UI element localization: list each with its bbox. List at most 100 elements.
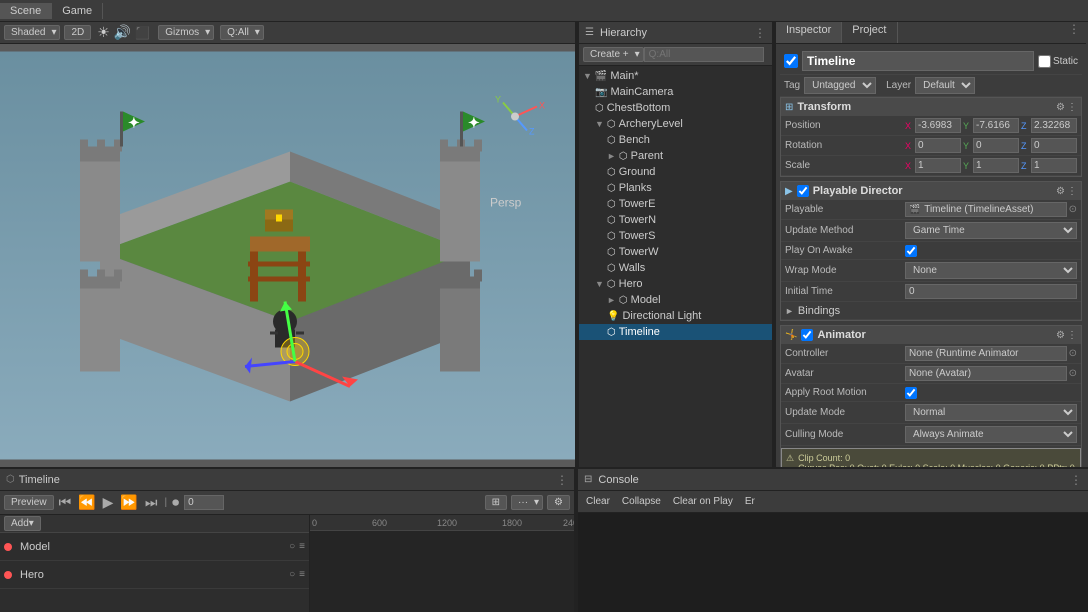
tl-record-btn[interactable]: ⏺ <box>170 494 181 511</box>
layer-select[interactable]: Default <box>915 77 975 94</box>
culling-mode-select[interactable]: Always Animate <box>905 426 1077 443</box>
controller-select-icon[interactable]: ⊙ <box>1069 348 1077 359</box>
timeline-add-row: Add▾ <box>0 515 309 533</box>
timeline-menu-icon[interactable]: ⋮ <box>556 473 568 487</box>
hier-item-walls[interactable]: ⬡ Walls <box>579 260 772 276</box>
playable-ref[interactable]: 🎬 Timeline (TimelineAsset) <box>905 202 1067 217</box>
track-hero-color <box>4 571 12 579</box>
go-active-checkbox[interactable] <box>784 54 798 68</box>
go-name-input[interactable] <box>802 51 1034 71</box>
scene-view[interactable]: ✦ ✦ <box>0 44 575 467</box>
gizmos-dropdown[interactable]: Gizmos <box>158 25 214 40</box>
hier-item-towere[interactable]: ⬡ TowerE <box>579 196 772 212</box>
hier-item-maincamera[interactable]: 📷 MainCamera <box>579 84 772 100</box>
avatar-select-icon[interactable]: ⊙ <box>1069 368 1077 379</box>
tl-end-btn[interactable]: ⏭ <box>143 494 160 511</box>
hierarchy-menu-icon[interactable]: ⋮ <box>754 26 766 40</box>
animator-header[interactable]: 🤸 Animator ⚙ ⋮ <box>781 326 1081 344</box>
track-model-lock[interactable]: ≡ <box>299 541 305 552</box>
static-checkbox[interactable] <box>1038 55 1051 68</box>
tl-grid-btn[interactable]: ⊞ <box>485 495 507 510</box>
tl-start-btn[interactable]: ⏮ <box>57 494 74 511</box>
tl-play-btn[interactable]: ▶ <box>101 494 116 511</box>
transform-settings-btn[interactable]: ⚙ <box>1056 102 1065 113</box>
update-mode-select[interactable]: Normal <box>905 404 1077 421</box>
preview-button[interactable]: Preview <box>4 495 54 510</box>
playable-director-header[interactable]: ▶ Playable Director ⚙ ⋮ <box>781 182 1081 200</box>
hier-item-directionallight[interactable]: 💡 Directional Light <box>579 308 772 324</box>
track-model-mute[interactable]: ○ <box>289 541 295 552</box>
audio-icon[interactable]: 🔊 <box>114 24 131 41</box>
timeline-clips[interactable] <box>310 531 574 612</box>
fx-icon[interactable]: ⬛ <box>135 26 150 40</box>
animator-settings-btn[interactable]: ⚙ <box>1056 330 1065 341</box>
rot-y-input[interactable] <box>973 138 1019 153</box>
controller-ref[interactable]: None (Runtime Animator <box>905 346 1067 361</box>
hier-item-towerw[interactable]: ⬡ TowerW <box>579 244 772 260</box>
hier-item-main[interactable]: ▼ 🎬 Main* <box>579 68 772 84</box>
pos-x-input[interactable] <box>915 118 961 133</box>
pd-settings-btn[interactable]: ⚙ <box>1056 186 1065 197</box>
tl-next-btn[interactable]: ⏩ <box>118 494 139 511</box>
hier-item-planks[interactable]: ⬡ Planks <box>579 180 772 196</box>
track-hero-mute[interactable]: ○ <box>289 569 295 580</box>
hier-item-archerylevel[interactable]: ▼ ⬡ ArcheryLevel <box>579 116 772 132</box>
inspector-menu-icon[interactable]: ⋮ <box>1068 22 1086 43</box>
playable-select-icon[interactable]: ⊙ <box>1069 204 1077 215</box>
console-menu-icon[interactable]: ⋮ <box>1070 473 1082 487</box>
timeline-ruler-area[interactable]: 0 600 1200 1800 2400 <box>310 515 574 612</box>
clear-button[interactable]: Clear <box>582 495 614 508</box>
tag-select[interactable]: Untagged <box>804 77 876 94</box>
hier-item-hero[interactable]: ▼ ⬡ Hero <box>579 276 772 292</box>
transform-header[interactable]: ⊞ Transform ⚙ ⋮ <box>781 98 1081 116</box>
animator-menu-btn[interactable]: ⋮ <box>1067 330 1077 341</box>
avatar-ref[interactable]: None (Avatar) <box>905 366 1067 381</box>
hier-item-bench[interactable]: ⬡ Bench <box>579 132 772 148</box>
pos-z-input[interactable] <box>1031 118 1077 133</box>
rot-z-input[interactable] <box>1031 138 1077 153</box>
pd-menu-btn[interactable]: ⋮ <box>1067 186 1077 197</box>
scale-z-input[interactable] <box>1031 158 1077 173</box>
rot-x-input[interactable] <box>915 138 961 153</box>
collapse-button[interactable]: Collapse <box>618 495 665 508</box>
tl-prev-btn[interactable]: ⏪ <box>76 494 97 511</box>
tl-time-input[interactable] <box>184 495 224 510</box>
game-tab[interactable]: Game <box>52 3 103 19</box>
hier-item-towers[interactable]: ⬡ TowerS <box>579 228 772 244</box>
scene-tab[interactable]: Scene <box>0 3 52 19</box>
apply-root-motion-checkbox[interactable] <box>905 387 917 399</box>
update-method-select[interactable]: Game Time <box>905 222 1077 239</box>
wrap-mode-select[interactable]: None <box>905 262 1077 279</box>
create-button[interactable]: Create + <box>583 47 644 62</box>
scale-x-input[interactable] <box>915 158 961 173</box>
scale-y-input[interactable] <box>973 158 1019 173</box>
play-on-awake-checkbox[interactable] <box>905 245 917 257</box>
add-track-button[interactable]: Add▾ <box>4 516 41 531</box>
track-hero-lock[interactable]: ≡ <box>299 569 305 580</box>
project-tab[interactable]: Project <box>842 22 897 43</box>
pos-y-input[interactable] <box>973 118 1019 133</box>
console-icon: ⊟ <box>584 474 592 485</box>
hierarchy-title: Hierarchy <box>600 27 647 39</box>
error-pause-button[interactable]: Er <box>741 495 759 508</box>
tl-more-btn[interactable]: ··· <box>511 495 543 510</box>
hier-item-towern[interactable]: ⬡ TowerN <box>579 212 772 228</box>
all-dropdown[interactable]: Q:All <box>220 25 264 40</box>
hier-item-timeline[interactable]: ⬡ Timeline <box>579 324 772 340</box>
apply-root-motion-row: Apply Root Motion <box>781 384 1081 402</box>
hierarchy-search[interactable] <box>644 47 764 62</box>
transform-menu-btn[interactable]: ⋮ <box>1067 102 1077 113</box>
pd-active-checkbox[interactable] <box>797 185 809 197</box>
tl-settings-btn[interactable]: ⚙ <box>547 495 570 510</box>
initial-time-input[interactable] <box>905 284 1077 299</box>
inspector-tab[interactable]: Inspector <box>776 22 842 43</box>
hier-item-parent[interactable]: ► ⬡ Parent <box>579 148 772 164</box>
hier-item-chestbottom[interactable]: ⬡ ChestBottom <box>579 100 772 116</box>
2d-button[interactable]: 2D <box>64 25 91 40</box>
animator-active-checkbox[interactable] <box>801 329 813 341</box>
shading-dropdown[interactable]: Shaded <box>4 25 60 40</box>
light-icon[interactable]: ☀ <box>97 24 110 41</box>
clear-on-play-button[interactable]: Clear on Play <box>669 495 737 508</box>
hier-item-ground[interactable]: ⬡ Ground <box>579 164 772 180</box>
hier-item-model[interactable]: ► ⬡ Model <box>579 292 772 308</box>
